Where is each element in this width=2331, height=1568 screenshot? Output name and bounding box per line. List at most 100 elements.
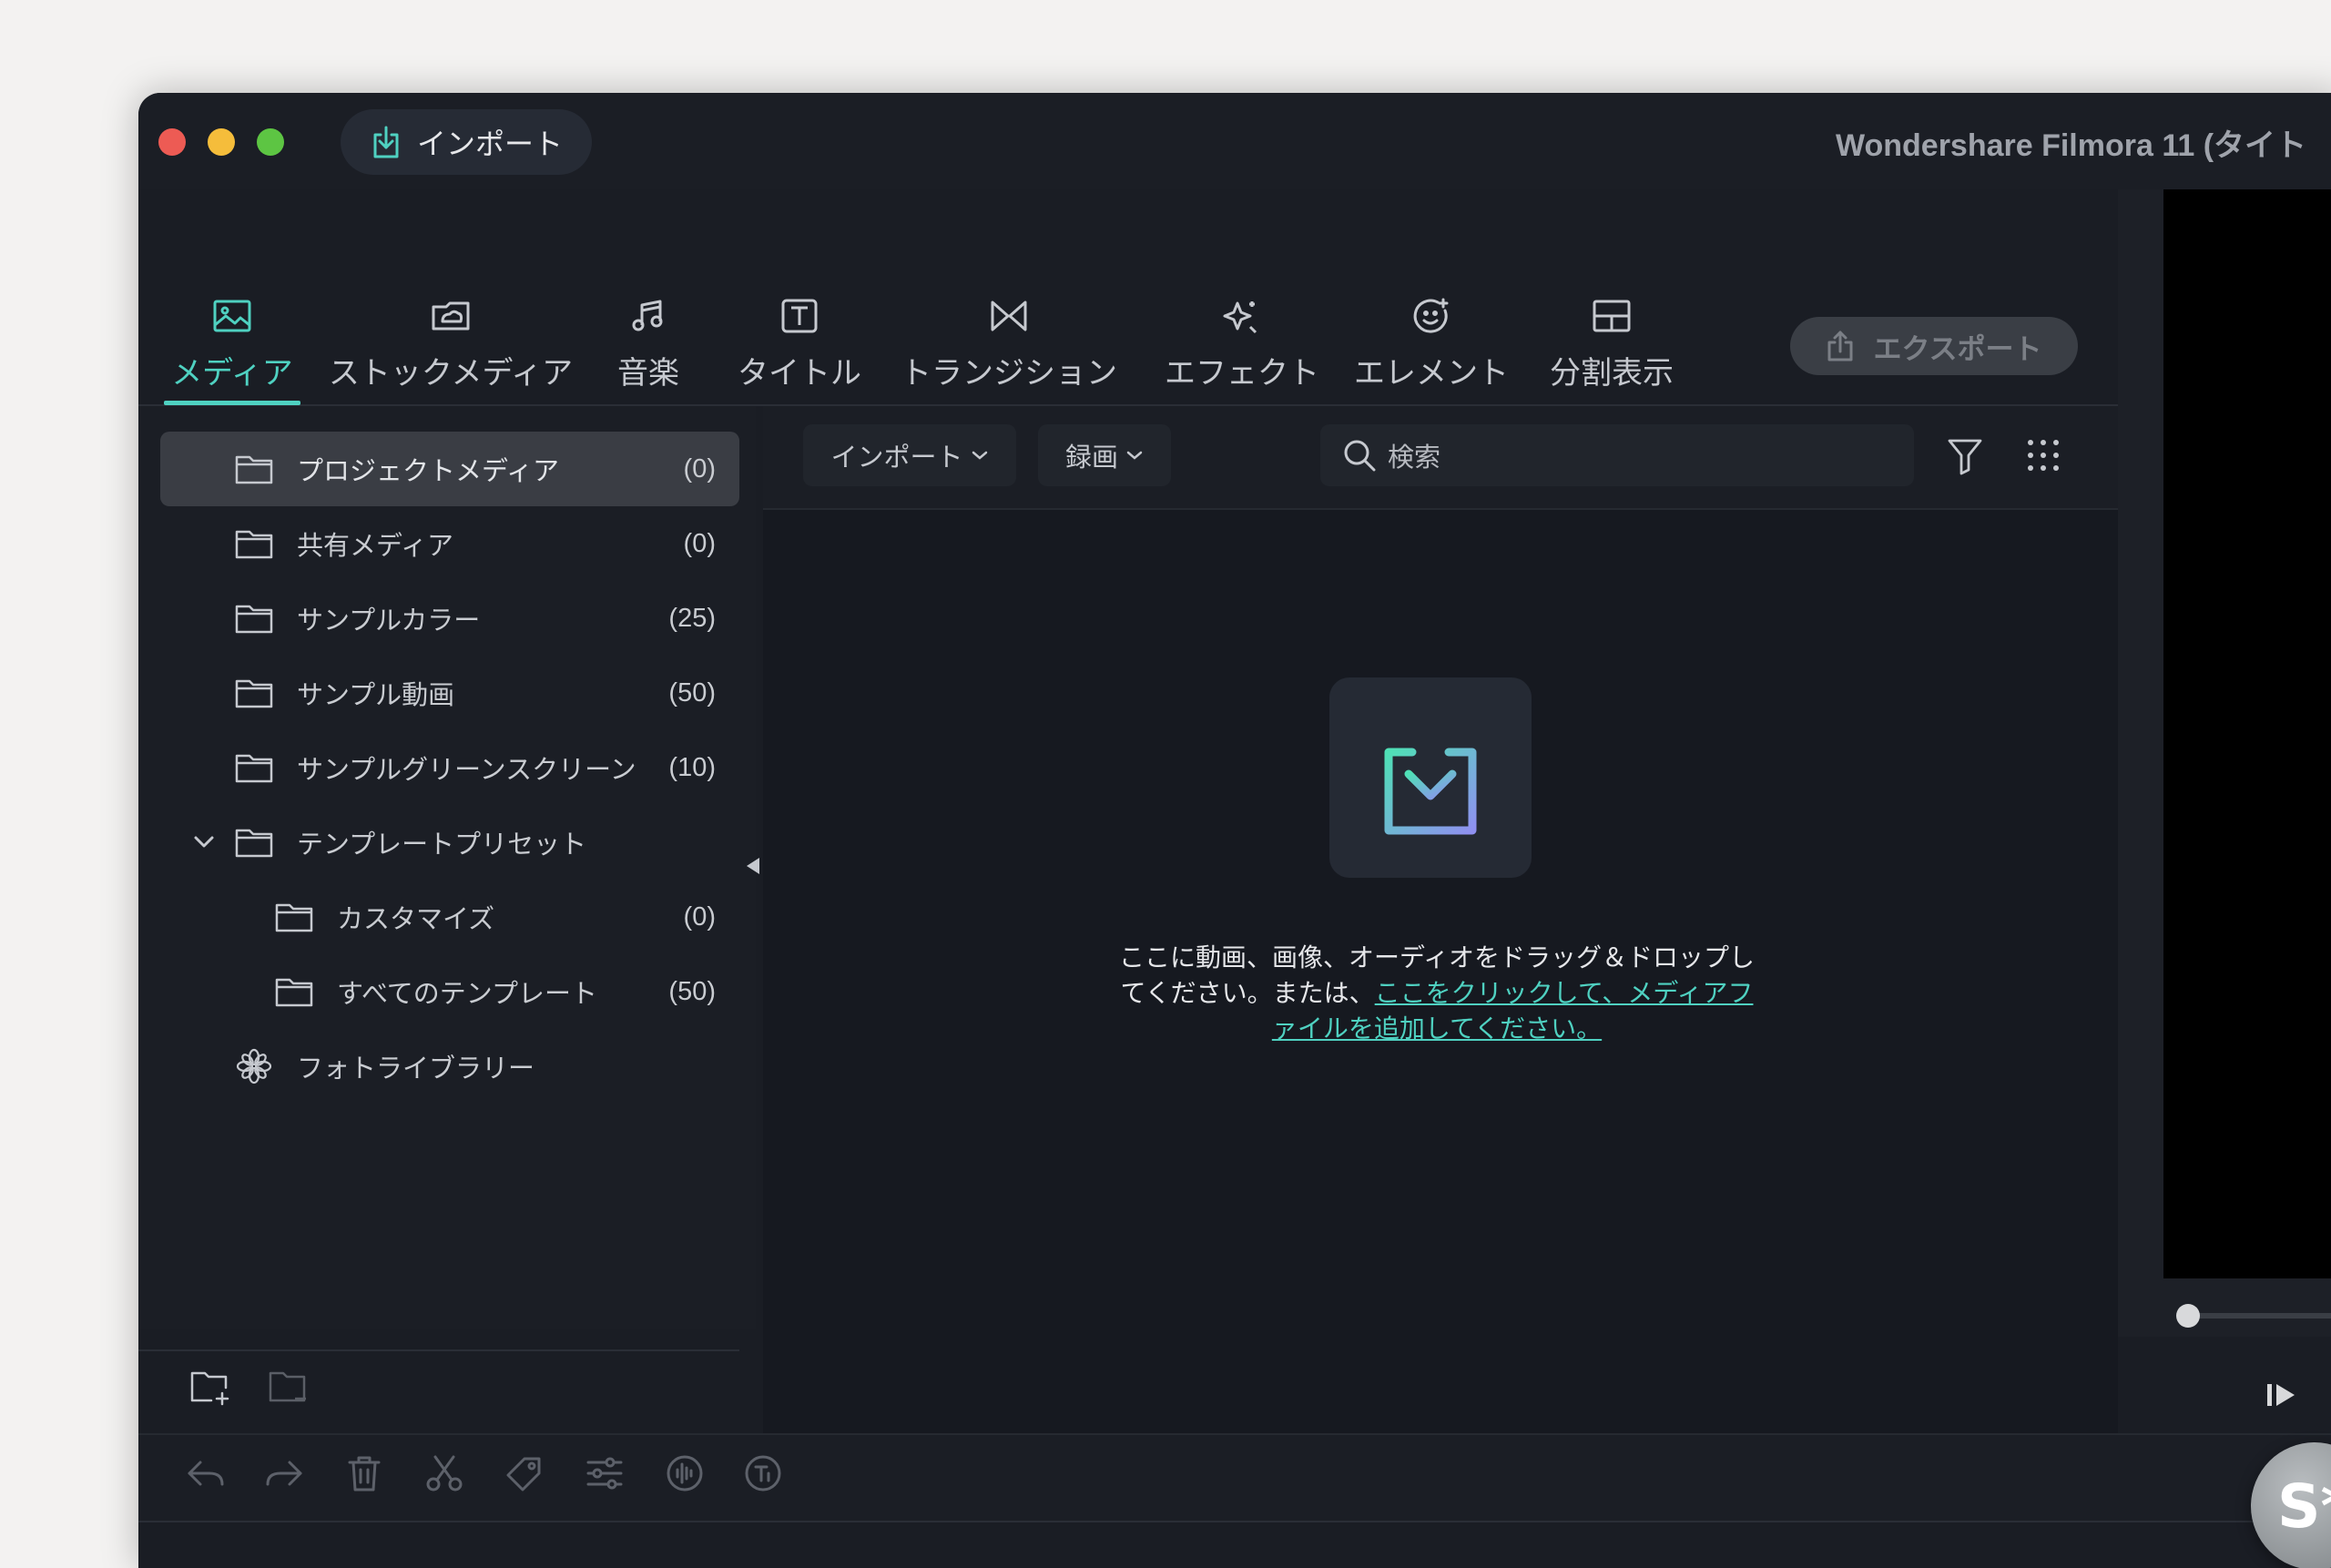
sidebar-item-all-templates[interactable]: すべてのテンプレート (50) (160, 954, 739, 1029)
media-panel: インポート 録画 検索 ここに動画、画像、オーディオをドラッグ＆ドロップしてくだ… (763, 406, 2118, 1433)
preview-canvas (2163, 189, 2331, 1278)
folder-icon (235, 605, 273, 634)
sidebar-item-sample-colors[interactable]: サンプルカラー (25) (160, 581, 739, 656)
playback-slider-track[interactable] (2189, 1313, 2331, 1319)
sidebar-item-label: プロジェクトメディア (297, 457, 559, 486)
folder-icon (235, 679, 273, 708)
sidebar-item-count: (25) (668, 603, 716, 633)
tab-media-label: メディア (171, 356, 293, 391)
chevron-down-icon[interactable] (193, 835, 215, 850)
search-icon (1344, 440, 1376, 472)
search-placeholder: 検索 (1388, 443, 1441, 473)
export-button[interactable]: エクスポート (1790, 317, 2078, 375)
record-dropdown[interactable]: 録画 (1038, 424, 1171, 486)
audio-icon[interactable] (665, 1453, 705, 1493)
filter-icon[interactable] (1947, 437, 1983, 475)
sidebar-item-template-presets[interactable]: テンプレートプリセット (160, 805, 739, 880)
tab-title[interactable]: タイトル (718, 189, 881, 406)
sidebar-item-count: (0) (683, 528, 716, 558)
stock-media-icon (432, 301, 470, 331)
tab-music-label: 音楽 (617, 356, 679, 391)
sidebar-item-sample-green-screen[interactable]: サンプルグリーンスクリーン (10) (160, 730, 739, 805)
grid-view-icon[interactable] (2027, 439, 2060, 472)
close-window-button[interactable] (158, 128, 186, 156)
sidebar-item-shared-media[interactable]: 共有メディア (0) (160, 506, 739, 581)
export-icon (1827, 331, 1853, 361)
sidebar-item-count: (50) (668, 677, 716, 708)
import-icon (373, 126, 399, 158)
title-bar: インポート Wondershare Filmora 11 (タイト (138, 93, 2331, 189)
music-icon (632, 300, 663, 331)
chevron-down-icon (1126, 451, 1143, 460)
split-screen-icon (1593, 300, 1631, 332)
import-dropdown-label: インポート (830, 443, 963, 473)
tab-split-screen-label: 分割表示 (1550, 356, 1674, 391)
folder-icon (275, 978, 313, 1007)
timeline-header (138, 1521, 2331, 1568)
timeline-toolbar (138, 1433, 2331, 1522)
tab-title-label: タイトル (738, 356, 861, 391)
cut-icon[interactable] (424, 1453, 464, 1493)
search-input[interactable]: 検索 (1320, 424, 1914, 486)
import-media-icon (1384, 718, 1477, 835)
sidebar-item-count: (50) (668, 976, 716, 1006)
import-drop-button[interactable] (1329, 677, 1532, 878)
folder-icon (235, 455, 273, 484)
tag-icon[interactable] (504, 1453, 545, 1493)
sidebar-item-customize[interactable]: カスタマイズ (0) (160, 880, 739, 954)
playback-slider-handle[interactable] (2176, 1304, 2200, 1328)
export-button-label: エクスポート (1873, 332, 2042, 365)
new-folder-icon[interactable] (189, 1369, 231, 1406)
sidebar-item-label: テンプレートプリセット (297, 830, 587, 860)
remove-folder-icon[interactable] (268, 1369, 310, 1406)
effect-icon (1223, 301, 1257, 334)
app-title: Wondershare Filmora 11 (タイト (1836, 128, 2307, 163)
chevron-down-icon (972, 451, 987, 460)
sidebar-item-photo-library[interactable]: フォトライブラリー (160, 1029, 739, 1104)
undo-icon[interactable] (186, 1453, 226, 1493)
sidebar-item-label: すべてのテンプレート (337, 980, 597, 1009)
import-button-label: インポート (416, 127, 563, 160)
sidebar-footer (138, 1351, 756, 1433)
title-icon (781, 299, 818, 333)
folder-icon (235, 754, 273, 783)
tab-stock-media-label: ストックメディア (328, 356, 574, 391)
sidebar-item-sample-videos[interactable]: サンプル動画 (50) (160, 656, 739, 730)
sidebar-item-count: (0) (683, 453, 716, 484)
sidebar-item-label: サンプルカラー (297, 606, 481, 636)
tab-element-label: エレメント (1354, 356, 1509, 391)
folder-icon (235, 829, 273, 858)
tab-music[interactable]: 音楽 (594, 189, 703, 406)
media-icon (213, 300, 251, 332)
tab-media[interactable]: メディア (164, 189, 300, 406)
sidebar-item-project-media[interactable]: プロジェクトメディア (0) (160, 432, 739, 506)
sidebar-item-label: サンプル動画 (297, 681, 455, 710)
element-icon (1413, 298, 1449, 333)
tab-stock-media[interactable]: ストックメディア (328, 189, 574, 406)
photo-library-icon (236, 1048, 272, 1084)
folder-icon (275, 903, 313, 932)
sidebar-item-label: カスタマイズ (337, 905, 495, 934)
tab-transition[interactable]: トランジション (900, 189, 1118, 406)
collapse-panel-icon[interactable] (745, 856, 761, 876)
sidebar-item-label: フォトライブラリー (297, 1054, 535, 1084)
minimize-window-button[interactable] (208, 128, 235, 156)
delete-icon[interactable] (344, 1453, 384, 1493)
transition-icon (991, 300, 1027, 331)
tab-split-screen[interactable]: 分割表示 (1521, 189, 1703, 406)
play-icon[interactable] (2260, 1377, 2306, 1413)
media-library-sidebar: プロジェクトメディア (0) 共有メディア (0) サンプルカラー (25) サ… (138, 406, 756, 1329)
zoom-window-button[interactable] (257, 128, 284, 156)
drop-zone-hint: ここに動画、画像、オーディオをドラッグ＆ドロップしてください。または、ここをクリ… (1109, 940, 1765, 1046)
tab-effect[interactable]: エフェクト (1142, 189, 1342, 406)
import-dropdown[interactable]: インポート (803, 424, 1016, 486)
adjust-icon[interactable] (585, 1453, 625, 1493)
active-tab-underline (164, 401, 300, 405)
redo-icon[interactable] (264, 1453, 304, 1493)
import-button[interactable]: インポート (341, 109, 592, 175)
tab-element[interactable]: エレメント (1331, 189, 1532, 406)
media-tab-bar: メディア ストックメディア 音楽 タイトル トランジション エフェクト エレメン… (138, 189, 2118, 406)
tab-effect-label: エフェクト (1165, 356, 1319, 391)
tab-transition-label: トランジション (901, 356, 1117, 391)
text-to-speech-icon[interactable] (743, 1453, 783, 1493)
